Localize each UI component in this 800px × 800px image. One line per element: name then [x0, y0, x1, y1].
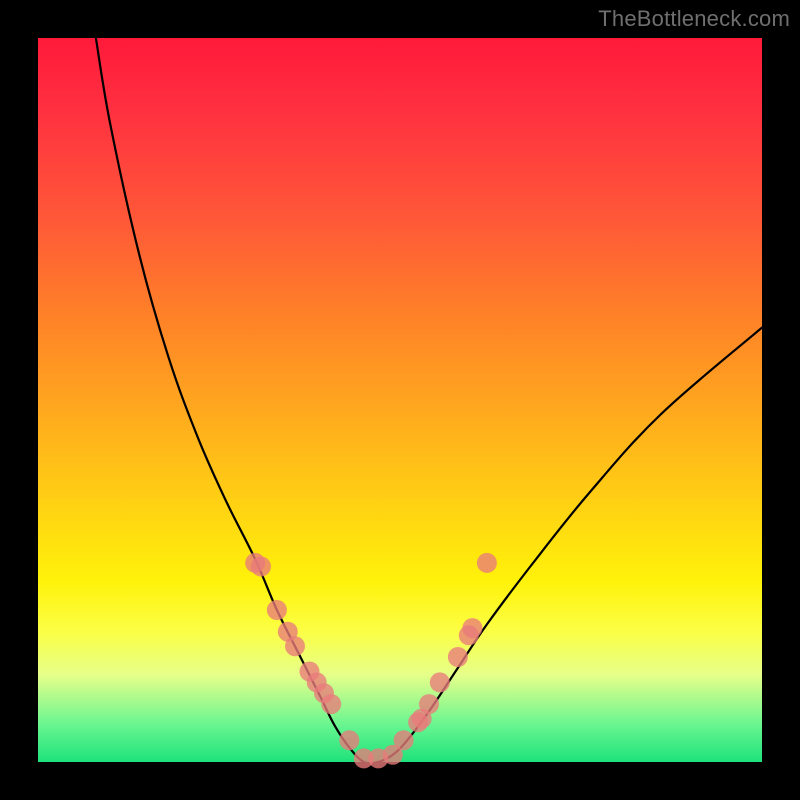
chart-frame: TheBottleneck.com: [0, 0, 800, 800]
plot-area: [38, 38, 762, 762]
bottleneck-curve: [96, 38, 762, 764]
sample-point: [285, 636, 305, 656]
sample-point: [251, 557, 271, 577]
sample-point: [321, 694, 341, 714]
sample-point: [477, 553, 497, 573]
sample-point: [430, 672, 450, 692]
sample-point: [462, 618, 482, 638]
attribution-label: TheBottleneck.com: [598, 6, 790, 32]
sample-point: [448, 647, 468, 667]
sample-point: [419, 694, 439, 714]
sample-point: [339, 730, 359, 750]
sample-point: [267, 600, 287, 620]
sample-point: [394, 730, 414, 750]
sample-points-group: [245, 553, 497, 769]
curve-layer: [38, 38, 762, 762]
